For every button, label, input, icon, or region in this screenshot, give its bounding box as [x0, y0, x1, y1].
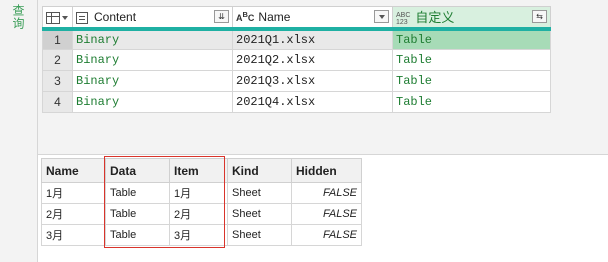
column-header-name[interactable]: ABC Name: [232, 6, 393, 31]
cell-name[interactable]: 2021Q1.xlsx: [232, 28, 393, 50]
column-header-custom[interactable]: ABC 123 自定义 ⇆: [392, 6, 551, 31]
binary-type-icon: [76, 11, 88, 24]
row-number[interactable]: 2: [42, 49, 73, 71]
cell-custom[interactable]: Table: [392, 49, 551, 71]
query-grid: Content ⇊ ABC Name ABC 123 自定义 ⇆ 1 Binary 2…: [42, 6, 551, 113]
preview-header-data: Data: [105, 158, 170, 183]
table-menu-header[interactable]: [42, 6, 73, 31]
any-type-icon: ABC 123: [396, 12, 411, 27]
preview-cell-item: 2月: [169, 203, 228, 225]
preview-cell-hidden: FALSE: [291, 203, 362, 225]
filter-dropdown-icon[interactable]: [374, 10, 389, 23]
column-header-custom-label: 自定义: [415, 10, 455, 26]
preview-row: 2月 Table 2月 Sheet FALSE: [41, 203, 362, 225]
cell-content[interactable]: Binary: [72, 28, 233, 50]
cell-custom[interactable]: Table: [392, 91, 551, 113]
column-header-content[interactable]: Content ⇊: [72, 6, 233, 31]
cell-name[interactable]: 2021Q2.xlsx: [232, 49, 393, 71]
preview-header-item: Item: [169, 158, 228, 183]
chevron-down-icon: [62, 15, 68, 20]
preview-cell-hidden: FALSE: [291, 182, 362, 204]
text-type-icon: ABC: [236, 9, 255, 23]
preview-cell-data: Table: [105, 224, 170, 246]
preview-cell-item: 1月: [169, 182, 228, 204]
cell-name[interactable]: 2021Q4.xlsx: [232, 91, 393, 113]
table-row[interactable]: 2 Binary 2021Q2.xlsx Table: [42, 49, 551, 71]
cell-content[interactable]: Binary: [72, 49, 233, 71]
expand-column-icon[interactable]: ⇆: [532, 10, 547, 23]
preview-table: Name Data Item Kind Hidden 1月 Table 1月 S…: [41, 158, 362, 246]
preview-cell-name: 2月: [41, 203, 106, 225]
row-number[interactable]: 4: [42, 91, 73, 113]
query-grid-area: Content ⇊ ABC Name ABC 123 自定义 ⇆ 1 Binary 2…: [38, 0, 608, 154]
preview-cell-name: 1月: [41, 182, 106, 204]
cell-content[interactable]: Binary: [72, 70, 233, 92]
queries-pane-label[interactable]: 查询: [10, 4, 27, 30]
table-icon: [46, 11, 60, 24]
preview-header-name: Name: [41, 158, 106, 183]
column-header-name-label: Name: [258, 9, 291, 24]
cell-name[interactable]: 2021Q3.xlsx: [232, 70, 393, 92]
cell-custom[interactable]: Table: [392, 28, 551, 50]
row-number[interactable]: 1: [42, 28, 73, 50]
table-row[interactable]: 4 Binary 2021Q4.xlsx Table: [42, 91, 551, 113]
preview-pane: Name Data Item Kind Hidden 1月 Table 1月 S…: [38, 154, 608, 262]
preview-cell-data: Table: [105, 203, 170, 225]
preview-header-kind: Kind: [227, 158, 292, 183]
expand-binary-icon[interactable]: ⇊: [214, 10, 229, 23]
preview-cell-kind: Sheet: [227, 203, 292, 225]
table-row[interactable]: 1 Binary 2021Q1.xlsx Table: [42, 28, 551, 50]
preview-cell-name: 3月: [41, 224, 106, 246]
column-header-content-label: Content: [94, 9, 137, 24]
preview-row: 1月 Table 1月 Sheet FALSE: [41, 182, 362, 204]
preview-cell-hidden: FALSE: [291, 224, 362, 246]
cell-content[interactable]: Binary: [72, 91, 233, 113]
preview-cell-data: Table: [105, 182, 170, 204]
preview-cell-item: 3月: [169, 224, 228, 246]
preview-row: 3月 Table 3月 Sheet FALSE: [41, 224, 362, 246]
queries-pane[interactable]: 查询: [0, 0, 38, 262]
preview-cell-kind: Sheet: [227, 182, 292, 204]
preview-cell-kind: Sheet: [227, 224, 292, 246]
cell-custom[interactable]: Table: [392, 70, 551, 92]
row-number[interactable]: 3: [42, 70, 73, 92]
preview-header-hidden: Hidden: [291, 158, 362, 183]
table-row[interactable]: 3 Binary 2021Q3.xlsx Table: [42, 70, 551, 92]
